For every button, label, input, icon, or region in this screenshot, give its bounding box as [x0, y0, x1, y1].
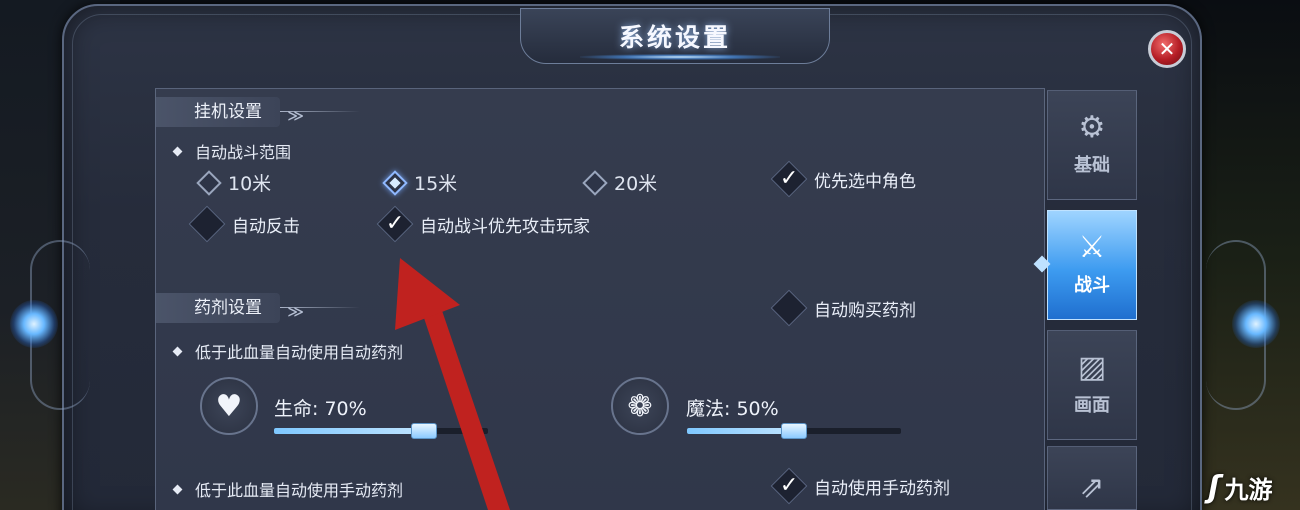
- tab-basic[interactable]: ⚙ 基础: [1047, 90, 1137, 200]
- checkmark-icon: ✓: [779, 166, 799, 191]
- left-glow-orb: [10, 300, 58, 348]
- manual-potion-threshold-heading: 低于此血量自动使用手动药剂: [172, 477, 404, 501]
- bullet-icon: [172, 484, 183, 494]
- watermark-logo-icon: ʃ: [1208, 470, 1221, 505]
- hp-label-group: 生命: 70%: [274, 394, 367, 421]
- manual-potion-threshold-label: 低于此血量自动使用手动药剂: [195, 481, 404, 500]
- checkbox-diamond: ✓: [770, 160, 808, 198]
- checkbox-diamond: [770, 289, 808, 327]
- settings-content-panel: 挂机设置 ≫ 自动战斗范围 10米 15米 20米 ✓ 优先选中角色 自动反击 …: [155, 88, 1045, 510]
- prioritize-players-label: 自动战斗优先攻击玩家: [420, 216, 590, 237]
- tab-combat-label: 战斗: [1074, 275, 1110, 296]
- hp-value: 70%: [324, 398, 367, 420]
- prioritize-players-checkbox[interactable]: ✓ 自动战斗优先攻击玩家: [376, 205, 590, 243]
- radio-diamond-icon: [196, 169, 222, 196]
- mp-label-group: 魔法: 50%: [686, 394, 779, 421]
- checkmark-icon: ✓: [779, 473, 799, 498]
- tab-graphics[interactable]: ▨ 画面: [1047, 330, 1137, 440]
- hp-heart-icon: ♥: [200, 377, 258, 435]
- section-idle-settings: 挂机设置 ≫: [156, 97, 360, 127]
- checkbox-diamond: ✓: [376, 205, 414, 243]
- right-glow-orb: [1232, 300, 1280, 348]
- auto-combat-range-label: 自动战斗范围: [195, 143, 292, 162]
- bullet-icon: [172, 146, 183, 156]
- sword-shield-icon: ⚔: [1078, 230, 1106, 265]
- auto-potion-threshold-label: 低于此血量自动使用自动药剂: [195, 343, 404, 362]
- section-idle-label: 挂机设置: [194, 102, 262, 122]
- section-divider: [280, 111, 360, 112]
- auto-combat-range-heading: 自动战斗范围: [172, 139, 292, 163]
- range-option-label: 10米: [228, 173, 272, 195]
- auto-manual-potion-label: 自动使用手动药剂: [814, 478, 950, 499]
- tab-graphics-label: 画面: [1074, 395, 1110, 416]
- auto-manual-potion-checkbox[interactable]: ✓ 自动使用手动药剂: [770, 467, 950, 505]
- share-icon: ⇗: [1079, 470, 1105, 505]
- prioritize-selected-label: 优先选中角色: [814, 171, 916, 192]
- prioritize-selected-checkbox[interactable]: ✓ 优先选中角色: [770, 160, 916, 198]
- auto-potion-threshold-heading: 低于此血量自动使用自动药剂: [172, 339, 404, 363]
- image-icon: ▨: [1077, 350, 1107, 385]
- range-option-10m[interactable]: 10米: [196, 169, 272, 196]
- mp-slider-thumb[interactable]: [781, 423, 807, 439]
- close-icon: ✕: [1158, 37, 1176, 61]
- hp-slider-fill: [274, 428, 424, 434]
- checkmark-icon: ✓: [385, 211, 405, 236]
- close-button[interactable]: ✕: [1148, 30, 1186, 68]
- gear-icon: ⚙: [1078, 110, 1106, 145]
- mp-value: 50%: [736, 398, 779, 420]
- auto-counter-label: 自动反击: [232, 216, 300, 237]
- range-option-label: 15米: [414, 173, 458, 195]
- watermark: ʃ 九游: [1208, 470, 1272, 505]
- checkbox-diamond: [188, 205, 226, 243]
- checkbox-diamond: ✓: [770, 467, 808, 505]
- auto-buy-potion-label: 自动购买药剂: [814, 300, 916, 321]
- hp-label: 生命:: [274, 398, 319, 420]
- auto-counter-checkbox[interactable]: 自动反击: [188, 205, 300, 243]
- radio-diamond-icon: [582, 169, 608, 196]
- mp-threshold-slider[interactable]: [687, 423, 901, 439]
- range-option-15m[interactable]: 15米: [382, 169, 458, 196]
- hp-slider-thumb[interactable]: [410, 423, 437, 439]
- chevron-right-icon: ≫: [287, 106, 304, 125]
- tab-combat[interactable]: ⚔ 战斗: [1047, 210, 1137, 320]
- radio-diamond-selected-icon: [382, 169, 408, 196]
- watermark-text: 九游: [1224, 476, 1273, 504]
- mp-lotus-icon: ❁: [611, 377, 669, 435]
- tab-basic-label: 基础: [1074, 155, 1110, 176]
- mp-slider-fill: [687, 428, 794, 434]
- hp-threshold-slider[interactable]: [274, 423, 488, 439]
- section-potion-settings: 药剂设置 ≫: [156, 293, 360, 323]
- auto-buy-potion-checkbox[interactable]: 自动购买药剂: [770, 289, 916, 327]
- bullet-icon: [172, 346, 183, 356]
- range-option-20m[interactable]: 20米: [582, 169, 658, 196]
- mp-label: 魔法:: [686, 398, 731, 420]
- chevron-right-icon: ≫: [287, 302, 304, 321]
- tab-share[interactable]: ⇗: [1047, 446, 1137, 510]
- title-glow: [580, 54, 780, 60]
- section-divider: [280, 307, 360, 308]
- range-option-label: 20米: [614, 173, 658, 195]
- dialog-title: 系统设置: [618, 23, 731, 52]
- section-potion-label: 药剂设置: [194, 298, 262, 318]
